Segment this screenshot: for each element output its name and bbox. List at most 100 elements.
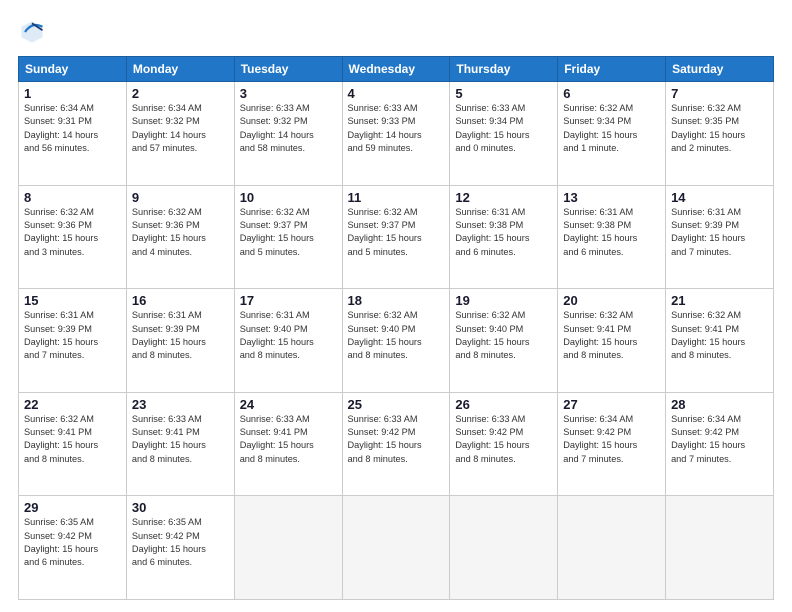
daylight-label: Daylight: 15 hours (240, 440, 314, 450)
daylight-label: Daylight: 15 hours (563, 337, 637, 347)
day-info: Sunrise: 6:31 AM Sunset: 9:39 PM Dayligh… (671, 206, 768, 259)
day-info: Sunrise: 6:33 AM Sunset: 9:42 PM Dayligh… (348, 413, 445, 466)
daylight-detail: and 7 minutes. (24, 350, 84, 360)
calendar-cell: 29 Sunrise: 6:35 AM Sunset: 9:42 PM Dayl… (19, 496, 127, 600)
daylight-label: Daylight: 15 hours (132, 440, 206, 450)
page: Sunday Monday Tuesday Wednesday Thursday… (0, 0, 792, 612)
calendar-cell: 10 Sunrise: 6:32 AM Sunset: 9:37 PM Dayl… (234, 185, 342, 289)
day-number: 3 (240, 86, 337, 101)
day-info: Sunrise: 6:31 AM Sunset: 9:38 PM Dayligh… (563, 206, 660, 259)
sunrise-time: Sunrise: 6:34 AM (563, 414, 633, 424)
day-info: Sunrise: 6:31 AM Sunset: 9:38 PM Dayligh… (455, 206, 552, 259)
day-info: Sunrise: 6:34 AM Sunset: 9:32 PM Dayligh… (132, 102, 229, 155)
daylight-label: Daylight: 15 hours (348, 233, 422, 243)
daylight-label: Daylight: 14 hours (24, 130, 98, 140)
daylight-label: Daylight: 15 hours (563, 130, 637, 140)
calendar-cell: 24 Sunrise: 6:33 AM Sunset: 9:41 PM Dayl… (234, 392, 342, 496)
day-info: Sunrise: 6:31 AM Sunset: 9:39 PM Dayligh… (24, 309, 121, 362)
daylight-detail: and 5 minutes. (348, 247, 408, 257)
daylight-detail: and 56 minutes. (24, 143, 89, 153)
daylight-detail: and 1 minute. (563, 143, 619, 153)
daylight-label: Daylight: 15 hours (671, 337, 745, 347)
day-number: 20 (563, 293, 660, 308)
sunrise-time: Sunrise: 6:32 AM (348, 207, 418, 217)
day-number: 23 (132, 397, 229, 412)
day-info: Sunrise: 6:32 AM Sunset: 9:35 PM Dayligh… (671, 102, 768, 155)
sunset-time: Sunset: 9:42 PM (24, 531, 92, 541)
sunrise-time: Sunrise: 6:31 AM (455, 207, 525, 217)
day-number: 17 (240, 293, 337, 308)
sunrise-time: Sunrise: 6:33 AM (132, 414, 202, 424)
sunrise-time: Sunrise: 6:32 AM (240, 207, 310, 217)
daylight-detail: and 6 minutes. (455, 247, 515, 257)
day-number: 12 (455, 190, 552, 205)
header (18, 18, 774, 46)
calendar-cell: 4 Sunrise: 6:33 AM Sunset: 9:33 PM Dayli… (342, 82, 450, 186)
sunrise-time: Sunrise: 6:33 AM (455, 103, 525, 113)
calendar-cell: 20 Sunrise: 6:32 AM Sunset: 9:41 PM Dayl… (558, 289, 666, 393)
sunset-time: Sunset: 9:40 PM (455, 324, 523, 334)
day-number: 19 (455, 293, 552, 308)
sunrise-time: Sunrise: 6:31 AM (24, 310, 94, 320)
sunset-time: Sunset: 9:39 PM (132, 324, 200, 334)
daylight-label: Daylight: 15 hours (671, 233, 745, 243)
day-number: 2 (132, 86, 229, 101)
sunset-time: Sunset: 9:41 PM (671, 324, 739, 334)
col-sunday: Sunday (19, 57, 127, 82)
calendar-week-5: 29 Sunrise: 6:35 AM Sunset: 9:42 PM Dayl… (19, 496, 774, 600)
calendar-cell (666, 496, 774, 600)
daylight-detail: and 8 minutes. (348, 454, 408, 464)
calendar-cell (234, 496, 342, 600)
calendar-cell: 6 Sunrise: 6:32 AM Sunset: 9:34 PM Dayli… (558, 82, 666, 186)
daylight-label: Daylight: 14 hours (348, 130, 422, 140)
day-info: Sunrise: 6:32 AM Sunset: 9:41 PM Dayligh… (671, 309, 768, 362)
day-number: 5 (455, 86, 552, 101)
calendar-cell: 1 Sunrise: 6:34 AM Sunset: 9:31 PM Dayli… (19, 82, 127, 186)
col-wednesday: Wednesday (342, 57, 450, 82)
day-info: Sunrise: 6:33 AM Sunset: 9:41 PM Dayligh… (132, 413, 229, 466)
daylight-label: Daylight: 15 hours (671, 440, 745, 450)
daylight-detail: and 2 minutes. (671, 143, 731, 153)
calendar-cell: 25 Sunrise: 6:33 AM Sunset: 9:42 PM Dayl… (342, 392, 450, 496)
calendar-cell: 15 Sunrise: 6:31 AM Sunset: 9:39 PM Dayl… (19, 289, 127, 393)
calendar-cell: 27 Sunrise: 6:34 AM Sunset: 9:42 PM Dayl… (558, 392, 666, 496)
calendar-cell: 2 Sunrise: 6:34 AM Sunset: 9:32 PM Dayli… (126, 82, 234, 186)
calendar-cell: 26 Sunrise: 6:33 AM Sunset: 9:42 PM Dayl… (450, 392, 558, 496)
calendar-cell: 23 Sunrise: 6:33 AM Sunset: 9:41 PM Dayl… (126, 392, 234, 496)
day-info: Sunrise: 6:32 AM Sunset: 9:37 PM Dayligh… (240, 206, 337, 259)
daylight-detail: and 8 minutes. (132, 350, 192, 360)
daylight-detail: and 4 minutes. (132, 247, 192, 257)
calendar-cell: 21 Sunrise: 6:32 AM Sunset: 9:41 PM Dayl… (666, 289, 774, 393)
daylight-detail: and 6 minutes. (563, 247, 623, 257)
daylight-label: Daylight: 15 hours (240, 337, 314, 347)
sunrise-time: Sunrise: 6:32 AM (671, 103, 741, 113)
sunset-time: Sunset: 9:41 PM (240, 427, 308, 437)
sunset-time: Sunset: 9:37 PM (240, 220, 308, 230)
sunrise-time: Sunrise: 6:32 AM (455, 310, 525, 320)
sunrise-time: Sunrise: 6:33 AM (240, 103, 310, 113)
day-info: Sunrise: 6:31 AM Sunset: 9:39 PM Dayligh… (132, 309, 229, 362)
day-number: 11 (348, 190, 445, 205)
daylight-detail: and 8 minutes. (348, 350, 408, 360)
calendar-cell: 17 Sunrise: 6:31 AM Sunset: 9:40 PM Dayl… (234, 289, 342, 393)
sunrise-time: Sunrise: 6:31 AM (671, 207, 741, 217)
sunset-time: Sunset: 9:38 PM (455, 220, 523, 230)
calendar-cell (558, 496, 666, 600)
logo-icon (18, 18, 46, 46)
calendar-cell: 12 Sunrise: 6:31 AM Sunset: 9:38 PM Dayl… (450, 185, 558, 289)
daylight-label: Daylight: 15 hours (132, 544, 206, 554)
sunrise-time: Sunrise: 6:32 AM (132, 207, 202, 217)
sunrise-time: Sunrise: 6:31 AM (563, 207, 633, 217)
day-number: 10 (240, 190, 337, 205)
calendar-table: Sunday Monday Tuesday Wednesday Thursday… (18, 56, 774, 600)
sunset-time: Sunset: 9:42 PM (132, 531, 200, 541)
calendar-cell: 13 Sunrise: 6:31 AM Sunset: 9:38 PM Dayl… (558, 185, 666, 289)
sunrise-time: Sunrise: 6:35 AM (24, 517, 94, 527)
col-tuesday: Tuesday (234, 57, 342, 82)
day-number: 8 (24, 190, 121, 205)
calendar-cell: 22 Sunrise: 6:32 AM Sunset: 9:41 PM Dayl… (19, 392, 127, 496)
sunset-time: Sunset: 9:36 PM (132, 220, 200, 230)
day-number: 4 (348, 86, 445, 101)
sunrise-time: Sunrise: 6:32 AM (671, 310, 741, 320)
daylight-detail: and 8 minutes. (671, 350, 731, 360)
